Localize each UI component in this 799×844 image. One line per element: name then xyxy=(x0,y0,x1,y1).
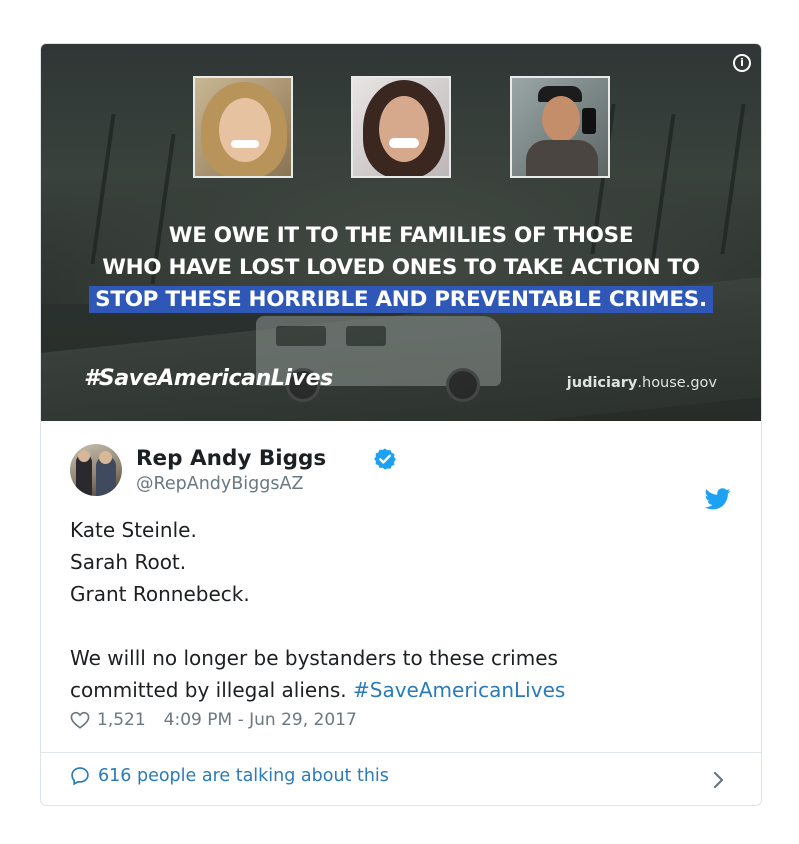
tweet-line: committed by illegal aliens. #SaveAmeric… xyxy=(70,674,565,706)
headline-line: WE OWE IT TO THE FAMILIES OF THOSE xyxy=(168,223,634,248)
tweet-line: Kate Steinle. xyxy=(70,518,197,542)
avatar[interactable] xyxy=(70,444,122,496)
chevron-right-icon[interactable] xyxy=(713,771,725,789)
tweet-meta: 1,521 4:09 PM - Jun 29, 2017 xyxy=(70,710,357,730)
domain-bold: judiciary xyxy=(566,375,638,391)
tweet-line: Sarah Root. xyxy=(70,550,187,574)
like-count[interactable]: 1,521 xyxy=(97,710,146,730)
image-hashtag: #SaveAmericanLives xyxy=(84,366,333,391)
headline-line: WHO HAVE LOST LOVED ONES TO TAKE ACTION … xyxy=(102,255,700,280)
tweet-line-text: committed by illegal aliens. xyxy=(70,678,347,702)
domain-rest: .house.gov xyxy=(637,375,717,391)
author-handle[interactable]: @RepAndyBiggsAZ xyxy=(136,474,303,494)
portrait-photo-3 xyxy=(510,76,610,178)
tweet-line: Grant Ronnebeck. xyxy=(70,582,250,606)
author-name[interactable]: Rep Andy Biggs xyxy=(136,446,326,471)
headline-line: STOP THESE HORRIBLE AND PREVENTABLE CRIM… xyxy=(41,284,761,316)
truck-wheel xyxy=(446,368,480,402)
image-headline: WE OWE IT TO THE FAMILIES OF THOSE WHO H… xyxy=(41,220,761,316)
tweet-timestamp[interactable]: 4:09 PM - Jun 29, 2017 xyxy=(164,710,357,730)
avatar-figure xyxy=(99,451,112,464)
portrait-photo-2 xyxy=(351,76,451,178)
talking-text: 616 people are talking about this xyxy=(98,766,389,786)
embedded-tweet-card: i WE OWE IT TO THE FAMILIES OF THOSE WHO… xyxy=(40,43,762,806)
avatar-figure xyxy=(78,450,90,462)
truck-window xyxy=(276,326,326,346)
portrait-photo-1 xyxy=(193,76,293,178)
image-domain: judiciary.house.gov xyxy=(567,375,717,391)
verified-badge-icon xyxy=(374,448,396,470)
highlighted-headline-line: STOP THESE HORRIBLE AND PREVENTABLE CRIM… xyxy=(89,286,713,313)
talking-link[interactable]: 616 people are talking about this xyxy=(70,766,389,786)
info-icon[interactable]: i xyxy=(733,54,751,72)
tweet-text: Kate Steinle. Sarah Root. Grant Ronnebec… xyxy=(70,514,565,706)
tweet-media-image[interactable]: i WE OWE IT TO THE FAMILIES OF THOSE WHO… xyxy=(41,44,761,421)
hashtag-link[interactable]: #SaveAmericanLives xyxy=(353,678,565,702)
tweet-line: We willl no longer be bystanders to thes… xyxy=(70,646,558,670)
truck-window xyxy=(346,326,386,346)
twitter-bird-icon[interactable] xyxy=(705,488,731,510)
speech-bubble-icon xyxy=(71,767,89,786)
heart-icon[interactable] xyxy=(70,711,90,729)
divider xyxy=(41,752,761,753)
